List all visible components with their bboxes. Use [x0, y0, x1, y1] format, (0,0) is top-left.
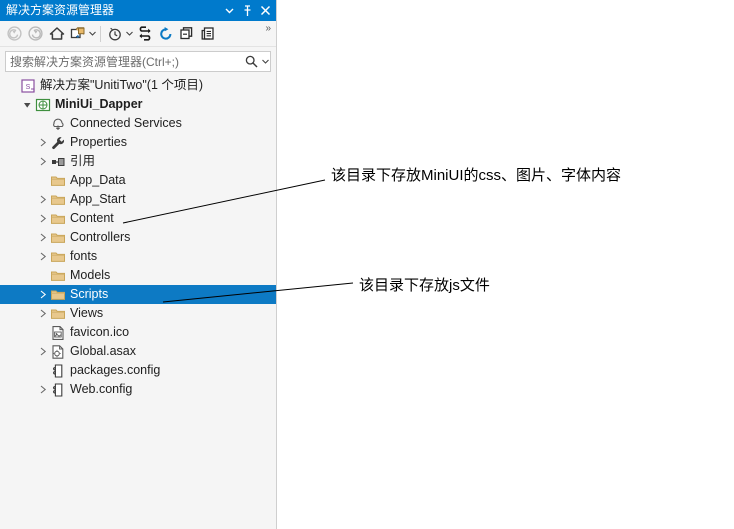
folder-icon	[49, 286, 66, 303]
image-file-icon	[49, 324, 66, 341]
tree-item-controllers[interactable]: Controllers	[0, 228, 276, 247]
back-button[interactable]	[4, 23, 25, 45]
pending-changes-dropdown-caret[interactable]	[125, 23, 134, 45]
references-icon	[49, 153, 66, 170]
tree-item-label: Content	[70, 211, 114, 225]
tree-item-app_data[interactable]: App_Data	[0, 171, 276, 190]
folder-icon	[49, 267, 66, 284]
svg-text:S: S	[25, 84, 30, 91]
tree-item-label: Controllers	[70, 230, 131, 244]
tree-item-properties[interactable]: Properties	[0, 133, 276, 152]
solution-explorer-panel: 解决方案资源管理器 » 搜索解决方案资源管理器(Ctrl+;) S 解决方案"U…	[0, 0, 277, 529]
toolbar-separator	[100, 25, 101, 42]
collapse-arrow-icon[interactable]	[21, 95, 34, 114]
sync-with-active-document-button[interactable]	[134, 23, 155, 45]
config-file-icon	[49, 381, 66, 398]
folder-icon	[49, 305, 66, 322]
screenshot-root: 解决方案资源管理器 » 搜索解决方案资源管理器(Ctrl+;) S 解决方案"U…	[0, 0, 734, 529]
tree-item-connected-services[interactable]: Connected Services	[0, 114, 276, 133]
connected-services-icon	[49, 115, 66, 132]
expand-arrow-icon[interactable]	[36, 380, 49, 399]
expand-arrow-icon[interactable]	[36, 209, 49, 228]
tree-item--unititwo-1-[interactable]: S 解决方案"UnitiTwo"(1 个项目)	[0, 76, 276, 95]
tree-item-label: Global.asax	[70, 344, 137, 358]
tree-item-label: Web.config	[70, 382, 133, 396]
tree-item-label: Connected Services	[70, 116, 182, 130]
tree-item-miniui_dapper[interactable]: MiniUi_Dapper	[0, 95, 276, 114]
search-options-caret[interactable]	[260, 59, 270, 64]
tree-item-models[interactable]: Models	[0, 266, 276, 285]
tree-item-app_start[interactable]: App_Start	[0, 190, 276, 209]
tree-item-label: favicon.ico	[70, 325, 130, 339]
tree-item-global.asax[interactable]: Global.asax	[0, 342, 276, 361]
tree-item-label: App_Start	[70, 192, 126, 206]
pending-changes-button[interactable]	[104, 23, 125, 45]
folder-icon	[49, 191, 66, 208]
panel-title: 解决方案资源管理器	[6, 3, 115, 17]
tree-item-label: 解决方案"UnitiTwo"(1 个项目)	[40, 78, 204, 92]
tree-item-label: MiniUi_Dapper	[55, 97, 143, 111]
refresh-button[interactable]	[155, 23, 176, 45]
tree-item-views[interactable]: Views	[0, 304, 276, 323]
tree-item-label: packages.config	[70, 363, 161, 377]
expand-arrow-icon[interactable]	[36, 133, 49, 152]
expand-arrow-icon[interactable]	[36, 285, 49, 304]
tree-item-label: Scripts	[70, 287, 109, 301]
asax-file-icon	[49, 343, 66, 360]
tree-item-fonts[interactable]: fonts	[0, 247, 276, 266]
home-button[interactable]	[46, 23, 67, 45]
search-icon[interactable]	[242, 55, 260, 68]
search-box[interactable]	[5, 51, 271, 72]
tree-item-packages.config[interactable]: packages.config	[0, 361, 276, 380]
panel-title-bar: 解决方案资源管理器	[0, 0, 276, 21]
tree-item-label: fonts	[70, 249, 98, 263]
tree-item-label: Properties	[70, 135, 127, 149]
annotation-scripts-folder: 该目录下存放js文件	[359, 277, 490, 294]
search-input[interactable]	[6, 54, 242, 69]
toolbar-overflow-button[interactable]: »	[265, 23, 272, 34]
tree-item-web.config[interactable]: Web.config	[0, 380, 276, 399]
show-all-files-button[interactable]	[197, 23, 218, 45]
project-web-icon	[34, 96, 51, 113]
close-button[interactable]	[256, 1, 274, 20]
solution-tree[interactable]: S 解决方案"UnitiTwo"(1 个项目) MiniUi_Dapper Conne…	[0, 76, 276, 528]
folder-icon	[49, 248, 66, 265]
expand-arrow-icon[interactable]	[36, 228, 49, 247]
window-menu-button[interactable]	[220, 1, 238, 20]
solution-views-dropdown-caret[interactable]	[88, 23, 97, 45]
expand-arrow-icon[interactable]	[36, 304, 49, 323]
tree-item-label: App_Data	[70, 173, 126, 187]
solution-icon: S	[19, 77, 36, 94]
tree-item-label: Views	[70, 306, 104, 320]
collapse-all-button[interactable]	[176, 23, 197, 45]
annotation-content-folder: 该目录下存放MiniUI的css、图片、字体内容	[331, 167, 622, 184]
tree-item-favicon.ico[interactable]: favicon.ico	[0, 323, 276, 342]
solution-views-button[interactable]	[67, 23, 88, 45]
expand-arrow-icon[interactable]	[36, 247, 49, 266]
tree-item-content[interactable]: Content	[0, 209, 276, 228]
properties-wrench-icon	[49, 134, 66, 151]
tree-item-scripts[interactable]: Scripts	[0, 285, 276, 304]
tree-item-label: Models	[70, 268, 111, 282]
config-file-icon	[49, 362, 66, 379]
auto-hide-pin-button[interactable]	[238, 1, 256, 20]
expand-arrow-icon[interactable]	[36, 342, 49, 361]
folder-icon	[49, 210, 66, 227]
solution-explorer-toolbar: »	[0, 21, 276, 47]
forward-button[interactable]	[25, 23, 46, 45]
expand-arrow-icon[interactable]	[36, 152, 49, 171]
folder-icon	[49, 172, 66, 189]
expand-arrow-icon[interactable]	[36, 190, 49, 209]
tree-item--[interactable]: 引用	[0, 152, 276, 171]
folder-icon	[49, 229, 66, 246]
tree-item-label: 引用	[70, 154, 96, 168]
